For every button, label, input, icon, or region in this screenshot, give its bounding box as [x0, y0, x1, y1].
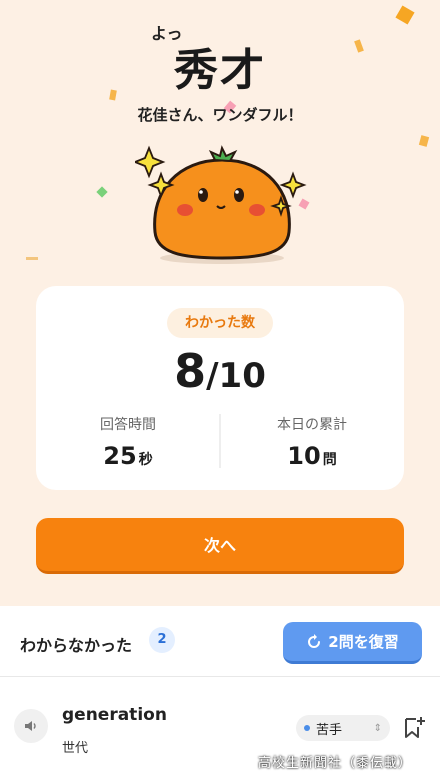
correct-count-label: わかった数 — [167, 308, 273, 338]
correct-count: 8 — [174, 344, 207, 398]
confetti — [96, 186, 108, 198]
word-text: generation — [62, 705, 167, 725]
confetti — [418, 135, 430, 147]
today-total-unit: 問 — [322, 452, 337, 468]
speaker-icon[interactable] — [14, 709, 48, 743]
word-meaning: 世代 — [62, 741, 89, 756]
answer-time-value: 25 — [103, 442, 137, 470]
score-card: わかった数 8/10 回答時間 25 秒 本日の累計 10 問 — [36, 286, 404, 490]
score-display: 8/10 — [36, 344, 404, 398]
today-total-value: 10 — [287, 442, 321, 470]
answer-time-stat: 回答時間 25 秒 — [36, 414, 220, 470]
wrong-section-title: わからなかった — [20, 636, 133, 655]
answer-time-unit: 秒 — [138, 452, 153, 468]
review-button-label: 2問を復習 — [328, 633, 399, 651]
weak-tag-select[interactable]: 苦手 ⇕ — [296, 715, 390, 741]
refresh-icon — [308, 633, 321, 648]
watermark: 高校生新聞社（黍伝載） — [258, 756, 413, 771]
today-total-label: 本日の累計 — [277, 417, 347, 433]
confetti — [395, 5, 415, 25]
score-slash: / — [206, 356, 219, 396]
wrong-count-badge: 2 — [149, 627, 175, 653]
bookmark-add-icon[interactable] — [402, 715, 426, 741]
mascot-orange — [135, 145, 307, 264]
result-subtitle: 花佳さん、ワンダフル！ — [137, 106, 303, 124]
review-button[interactable]: 2問を復習 — [283, 622, 422, 664]
answer-time-label: 回答時間 — [100, 417, 156, 433]
result-header: よっ 秀才 花佳さん、ワンダフル！ わかった数 8/10 回答時間 25秒 本 — [0, 0, 440, 606]
today-total-stat: 本日の累計 10 問 — [220, 414, 404, 470]
next-button[interactable]: 次へ — [36, 518, 404, 574]
total-count: 10 — [218, 356, 266, 396]
tag-label: 苦手 — [316, 722, 343, 738]
tag-dot — [304, 725, 310, 731]
confetti — [26, 257, 38, 260]
chevron-updown-icon: ⇕ — [373, 722, 382, 734]
result-title: 秀才 — [174, 45, 266, 96]
